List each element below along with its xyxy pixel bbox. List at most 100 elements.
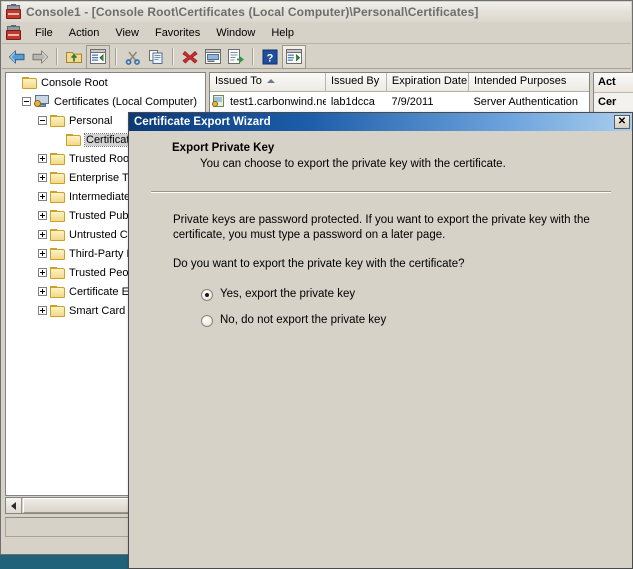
folder-icon [50,190,65,203]
folder-icon [50,114,65,127]
cell-text: Server Authentication [473,95,579,108]
collapse-expander-icon[interactable] [22,97,31,106]
private-key-info-paragraph: Private keys are password protected. If … [173,214,590,241]
folder-icon [50,228,65,241]
scroll-left-arrow-icon[interactable] [6,498,22,513]
window-title: Console1 - [Console Root\Certificates (L… [26,5,479,19]
expand-expander-icon[interactable] [38,287,47,296]
expand-expander-icon[interactable] [38,211,47,220]
action-pane-icon[interactable] [282,44,306,69]
folder-icon [50,285,65,298]
toolbar-separator [172,48,174,65]
radio-option-no-export[interactable]: No, do not export the private key [201,314,603,327]
dialog-body: Private keys are password protected. If … [173,213,603,340]
cell-text: 7/9/2011 [391,95,434,108]
folder-icon [50,209,65,222]
column-header-label: Expiration Date [391,75,468,87]
tree-item-label: Certificate En [69,285,136,298]
tree-item-label: Intermediate [69,190,131,203]
menu-item-window[interactable]: Window [208,25,263,41]
back-icon[interactable] [6,46,28,68]
expand-expander-icon[interactable] [38,249,47,258]
expand-expander-icon[interactable] [38,268,47,277]
toolbar-separator [115,48,117,65]
expand-expander-icon[interactable] [38,173,47,182]
toolbar-separator [56,48,58,65]
menu-item-favorites[interactable]: Favorites [147,25,208,41]
export-question-paragraph: Do you want to export the private key wi… [173,258,465,270]
table-row[interactable]: test1.carbonwind.net lab1dcca 7/9/2011 S… [210,92,589,111]
radio-button-icon[interactable] [201,315,213,327]
folder-icon [22,76,37,89]
tree-item-certificates-local-computer[interactable]: Certificates (Local Computer) [6,92,205,111]
tree-item-label: Personal [69,114,113,127]
menu-item-view[interactable]: View [107,25,147,41]
list-header-row: Issued To Issued By Expiration Date Inte… [210,73,589,92]
folder-icon [66,133,81,146]
column-header-intended-purposes[interactable]: Intended Purposes [469,73,589,91]
window-title-bar: Console1 - [Console Root\Certificates (L… [2,2,631,22]
copy-icon[interactable] [145,46,167,68]
radio-option-yes-export[interactable]: Yes, export the private key [201,288,603,301]
tree-item-label: Trusted Peopl [69,266,138,279]
column-header-expiration-date[interactable]: Expiration Date [387,73,469,91]
dialog-title: Certificate Export Wizard [134,116,271,128]
actions-pane-subheader: Cer [594,93,633,113]
tree-item-label: Trusted Root [69,152,133,165]
expand-expander-icon[interactable] [38,230,47,239]
radio-option-label: Yes, export the private key [220,288,356,300]
menu-item-file[interactable]: File [27,25,61,41]
forward-icon[interactable] [29,46,51,68]
tree-item-label: Third-Party R [69,247,135,260]
export-list-icon[interactable] [225,46,247,68]
cell-text: lab1dcca [330,95,375,108]
expand-expander-icon[interactable] [38,154,47,163]
tree-item-console-root[interactable]: Console Root [6,73,205,92]
collapse-expander-icon[interactable] [38,116,47,125]
menu-item-action[interactable]: Action [61,25,108,41]
dialog-title-bar: Certificate Export Wizard ✕ [129,113,632,131]
column-header-label: Issued By [330,75,380,87]
folder-icon [50,266,65,279]
column-header-issued-to[interactable]: Issued To [210,73,326,91]
header-divider [151,191,611,193]
svg-text:?: ? [267,52,274,64]
column-header-label: Issued To [215,75,262,87]
column-header-issued-by[interactable]: Issued By [326,73,387,91]
tree-item-label: Certificates (Local Computer) [54,95,198,108]
tree-item-label: Console Root [41,76,108,89]
folder-icon [50,247,65,260]
cell-issued-to: test1.carbonwind.net [210,95,326,108]
dialog-subheading: You can choose to export the private key… [200,158,506,170]
folder-icon [50,304,65,317]
question-mark-help-icon[interactable]: ? [259,46,281,68]
radio-option-label: No, do not export the private key [220,314,387,326]
expand-expander-icon[interactable] [38,306,47,315]
cell-text: test1.carbonwind.net [230,95,326,108]
menu-system-icon[interactable] [6,24,21,40]
folder-icon [50,171,65,184]
expand-expander-icon[interactable] [38,192,47,201]
dialog-header: Export Private Key You can choose to exp… [130,132,632,170]
folder-up-icon[interactable] [63,46,85,68]
properties-icon[interactable] [202,46,224,68]
cell-intended-purposes: Server Authentication [468,96,589,108]
console-tree-icon[interactable] [86,44,110,69]
toolbar: ? [2,44,631,69]
menu-item-help[interactable]: Help [263,25,302,41]
certificate-export-wizard-dialog: Certificate Export Wizard ✕ Export Priva… [128,112,633,569]
folder-icon [50,152,65,165]
mmc-console-icon [6,4,21,19]
column-header-label: Intended Purposes [473,75,567,87]
close-icon[interactable]: ✕ [614,115,630,129]
actions-pane-header: Act [594,73,633,93]
certificate-store-icon [34,95,50,108]
cell-issued-by: lab1dcca [326,96,387,108]
red-x-delete-icon[interactable] [179,46,201,68]
certificate-icon [212,95,226,108]
screen: Console1 - [Console Root\Certificates (L… [0,0,633,569]
scissors-icon[interactable] [122,46,144,68]
dialog-heading: Export Private Key [172,142,275,154]
cell-expiration-date: 7/9/2011 [386,96,468,108]
radio-button-icon[interactable] [201,289,213,301]
